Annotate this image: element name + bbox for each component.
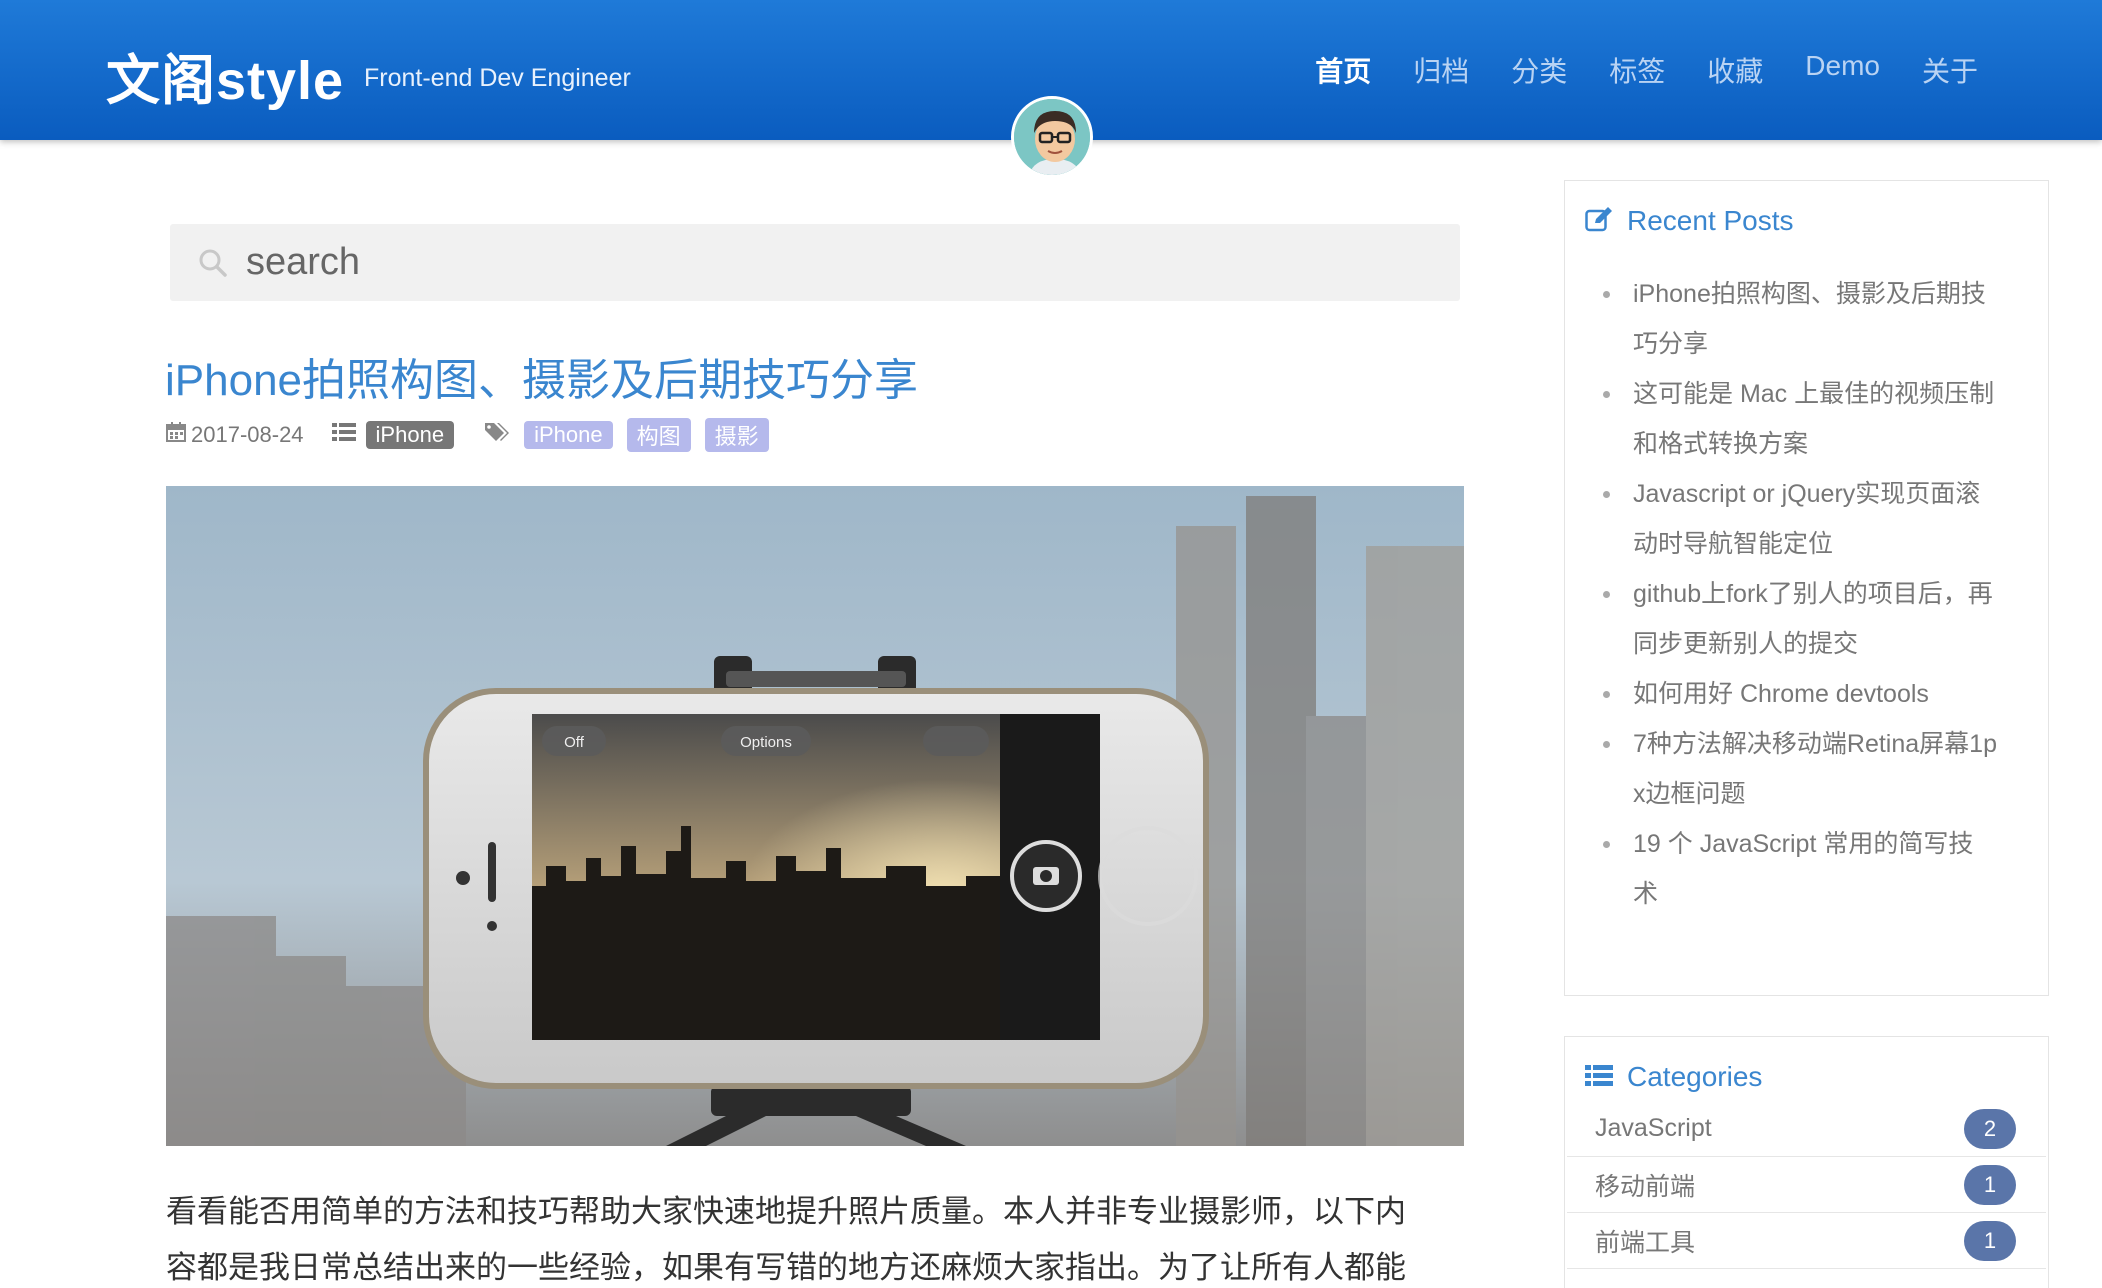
nav-categories[interactable]: 分类 <box>1511 50 1567 90</box>
site-brand[interactable]: 文阁style <box>106 36 344 115</box>
search-bar <box>170 224 1460 301</box>
tags-icon <box>484 421 510 449</box>
recent-post-line: 这可能是 Mac 上最佳的视频压制 <box>1633 380 1995 408</box>
excerpt-line: 看看能否用简单的方法和技巧帮助大家快速地提升照片质量。本人并非专业摄影师，以下内 <box>166 1194 1406 1229</box>
category-count-badge: 2 <box>1964 1108 2016 1149</box>
post-tag[interactable]: iPhone <box>524 421 613 449</box>
categories-title: Categories <box>1627 1061 1763 1092</box>
recent-post-line: Javascript or jQuery实现页面滚 <box>1633 480 1981 508</box>
category-name: 前端工具 <box>1595 1228 1696 1257</box>
recent-post-line: iPhone拍照构图、摄影及后期技 <box>1633 280 1986 308</box>
recent-post-item[interactable]: github上fork了别人的项目后，再 同步更新别人的提交 <box>1595 569 2026 669</box>
category-name: 移动前端 <box>1595 1172 1696 1201</box>
calendar-icon <box>165 421 187 449</box>
post-category-badge[interactable]: iPhone <box>365 421 455 449</box>
excerpt-line: 容都是我日常总结出来的一些经验，如果有写错的地方还麻烦大家指出。为了让所有人都能 <box>166 1250 1406 1285</box>
edit-icon <box>1585 206 1613 237</box>
recent-post-line: 术 <box>1633 880 1659 908</box>
nav-about[interactable]: 关于 <box>1922 50 1978 90</box>
post-tag[interactable]: 构图 <box>626 418 691 452</box>
site-tagline: Front-end Dev Engineer <box>364 64 631 92</box>
avatar[interactable] <box>1011 96 1093 178</box>
options-label: Options <box>740 734 792 751</box>
recent-post-line: 同步更新别人的提交 <box>1633 630 1859 658</box>
recent-post-item[interactable]: 7种方法解决移动端Retina屏幕1p x边框问题 <box>1595 719 2026 819</box>
nav-home[interactable]: 首页 <box>1315 50 1371 90</box>
search-input[interactable] <box>246 224 1460 301</box>
category-count-badge: 1 <box>1964 1164 2016 1205</box>
flash-label: Off <box>564 734 585 751</box>
post-meta: 2017-08-24 iPhone iPhone 构图 摄影 <box>165 418 769 452</box>
recent-posts-list: iPhone拍照构图、摄影及后期技 巧分享 这可能是 Mac 上最佳的视频压制 和格… <box>1565 261 2048 919</box>
recent-post-item[interactable]: Javascript or jQuery实现页面滚 动时导航智能定位 <box>1595 469 2026 569</box>
category-name: JavaScript <box>1595 1114 1712 1142</box>
recent-post-line: x边框问题 <box>1633 780 1746 808</box>
post-date: 2017-08-24 <box>191 422 304 447</box>
category-count-badge: 1 <box>1964 1220 2016 1261</box>
post-hero-image[interactable]: Off Options <box>166 486 1464 1146</box>
categories-panel: Categories JavaScript 2 移动前端 1 前端工具 1 <box>1564 1036 2049 1288</box>
recent-posts-header: Recent Posts <box>1565 181 2048 261</box>
recent-post-line: github上fork了别人的项目后，再 <box>1633 580 1993 608</box>
recent-post-item[interactable]: iPhone拍照构图、摄影及后期技 巧分享 <box>1595 269 2026 369</box>
recent-post-line: 7种方法解决移动端Retina屏幕1p <box>1633 730 1997 758</box>
recent-post-line: 19 个 JavaScript 常用的简写技 <box>1633 830 1974 858</box>
post-tag[interactable]: 摄影 <box>704 418 769 452</box>
recent-post-line: 动时导航智能定位 <box>1633 530 1834 558</box>
recent-posts-title: Recent Posts <box>1627 205 1794 236</box>
recent-post-line: 和格式转换方案 <box>1633 430 1809 458</box>
list-icon <box>331 422 356 448</box>
recent-post-item[interactable]: 这可能是 Mac 上最佳的视频压制 和格式转换方案 <box>1595 369 2026 469</box>
recent-post-line: 如何用好 Chrome devtools <box>1633 680 1929 708</box>
search-icon <box>180 224 246 301</box>
nav-tags[interactable]: 标签 <box>1609 50 1665 90</box>
recent-post-item[interactable]: 如何用好 Chrome devtools <box>1595 669 2026 719</box>
nav-archive[interactable]: 归档 <box>1413 50 1469 90</box>
recent-post-item[interactable]: 19 个 JavaScript 常用的简写技术 <box>1595 819 2026 919</box>
list-icon <box>1585 1064 1613 1091</box>
nav-favorites[interactable]: 收藏 <box>1707 50 1763 90</box>
main-nav: 首页 归档 分类 标签 收藏 Demo 关于 <box>1315 50 1978 90</box>
category-item[interactable]: 前端工具 1 <box>1567 1213 2046 1269</box>
post-title[interactable]: iPhone拍照构图、摄影及后期技巧分享 <box>165 344 918 408</box>
category-item[interactable]: 移动前端 1 <box>1567 1157 2046 1213</box>
nav-demo[interactable]: Demo <box>1805 50 1880 90</box>
avatar-cartoon <box>1014 99 1090 175</box>
categories-list: JavaScript 2 移动前端 1 前端工具 1 <box>1565 1101 2048 1269</box>
category-item[interactable]: JavaScript 2 <box>1567 1101 2046 1157</box>
recent-posts-panel: Recent Posts iPhone拍照构图、摄影及后期技 巧分享 这可能是 M… <box>1564 180 2049 996</box>
post-excerpt: 看看能否用简单的方法和技巧帮助大家快速地提升照片质量。本人并非专业摄影师，以下内… <box>166 1184 1466 1288</box>
recent-post-line: 巧分享 <box>1633 330 1709 358</box>
